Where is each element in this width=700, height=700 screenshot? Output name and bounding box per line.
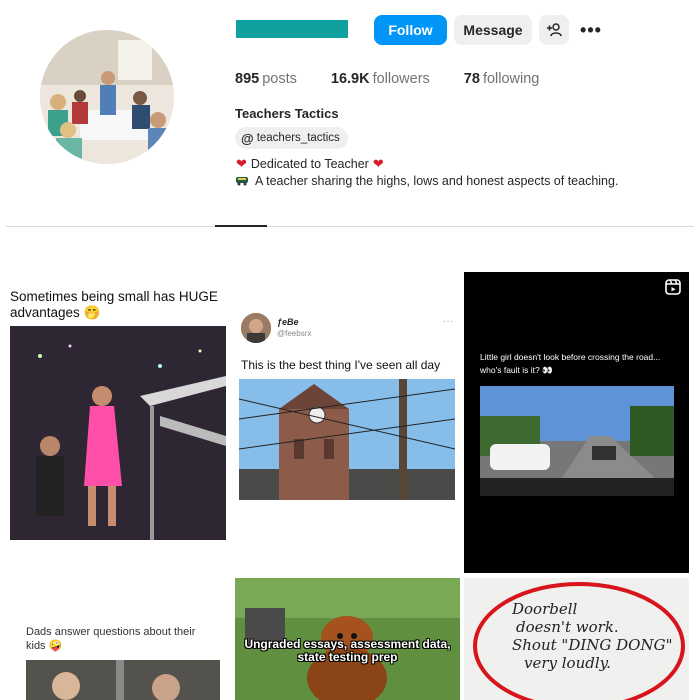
tweet-more-icon: ···	[443, 316, 453, 327]
posts-label: posts	[262, 71, 297, 87]
tab-posts-active-indicator[interactable]	[215, 225, 267, 227]
post-image	[480, 386, 674, 496]
followers-stat[interactable]: 16.9K followers	[331, 71, 430, 87]
post-image	[26, 660, 220, 700]
profile-stats: 895 posts 16.9K followers 78 following	[235, 71, 573, 87]
bio-text-1: Dedicated to Teacher	[250, 157, 369, 171]
message-button[interactable]: Message	[454, 15, 532, 45]
heart-icon: ❤	[372, 156, 384, 171]
suggest-account-button[interactable]	[539, 15, 569, 45]
post-caption: Ungraded essays, assessment data, state …	[244, 637, 451, 664]
avatar-classroom-image	[40, 30, 174, 164]
posts-stat[interactable]: 895 posts	[235, 71, 297, 87]
profile-bio: ❤ Dedicated to Teacher ❤ A teacher shari…	[235, 156, 618, 189]
following-count: 78	[463, 71, 480, 87]
heart-icon: ❤	[236, 156, 247, 171]
note-line-4: very loudly.	[524, 654, 611, 672]
threads-handle: teachers_tactics	[256, 132, 340, 144]
post-image	[239, 379, 455, 500]
handwritten-note: Doorbell doesn't work. Shout "DING DONG"…	[512, 600, 672, 672]
post-tile[interactable]: ƒeBe @feebsrx ··· This is the best thing…	[235, 272, 460, 573]
tabs-divider	[6, 226, 694, 227]
profile-avatar[interactable]	[40, 30, 174, 164]
bio-text-2: A teacher sharing the highs, lows and ho…	[255, 173, 619, 188]
following-label: following	[482, 71, 540, 87]
post-tile[interactable]: Little girl doesn't look before crossing…	[464, 272, 689, 573]
follow-button[interactable]: Follow	[374, 15, 447, 45]
tweet-author-avatar	[241, 313, 271, 343]
posts-count: 895	[235, 71, 260, 87]
username-redacted	[236, 20, 348, 38]
tweet-author-name: ƒeBe	[277, 317, 299, 327]
post-tile[interactable]: Sometimes being small has HUGE advantage…	[6, 272, 230, 573]
post-tile[interactable]: Doorbell doesn't work. Shout "DING DONG"…	[464, 578, 689, 700]
post-caption: Little girl doesn't look before crossing…	[480, 352, 661, 375]
add-person-icon	[547, 23, 562, 37]
note-line-3: Shout "DING DONG"	[512, 636, 673, 654]
post-tile[interactable]: Ungraded essays, assessment data, state …	[235, 578, 460, 700]
post-caption: This is the best thing I've seen all day	[241, 358, 441, 372]
threads-link[interactable]: @ teachers_tactics	[235, 127, 348, 149]
bio-line-1: ❤ Dedicated to Teacher ❤	[235, 156, 618, 173]
followers-count: 16.9K	[330, 71, 370, 87]
threads-icon: @	[241, 130, 254, 146]
profile-full-name: Teachers Tactics	[235, 106, 339, 121]
tweet-author-handle: @feebsrx	[277, 329, 312, 338]
bus-icon	[236, 176, 248, 186]
reel-icon	[665, 279, 681, 295]
following-stat[interactable]: 78 following	[464, 71, 540, 87]
note-line-2: doesn't work.	[516, 618, 619, 636]
post-caption: Sometimes being small has HUGE advantage…	[10, 289, 218, 320]
post-caption: Dads answer questions about their kids 🤪	[26, 626, 196, 652]
post-image	[10, 326, 226, 540]
more-options-icon[interactable]: •••	[578, 15, 604, 45]
followers-label: followers	[372, 71, 430, 87]
note-line-1: Doorbell	[512, 600, 578, 618]
post-tile[interactable]: Dads answer questions about their kids 🤪	[6, 578, 230, 700]
bio-line-2: A teacher sharing the highs, lows and ho…	[235, 173, 618, 190]
